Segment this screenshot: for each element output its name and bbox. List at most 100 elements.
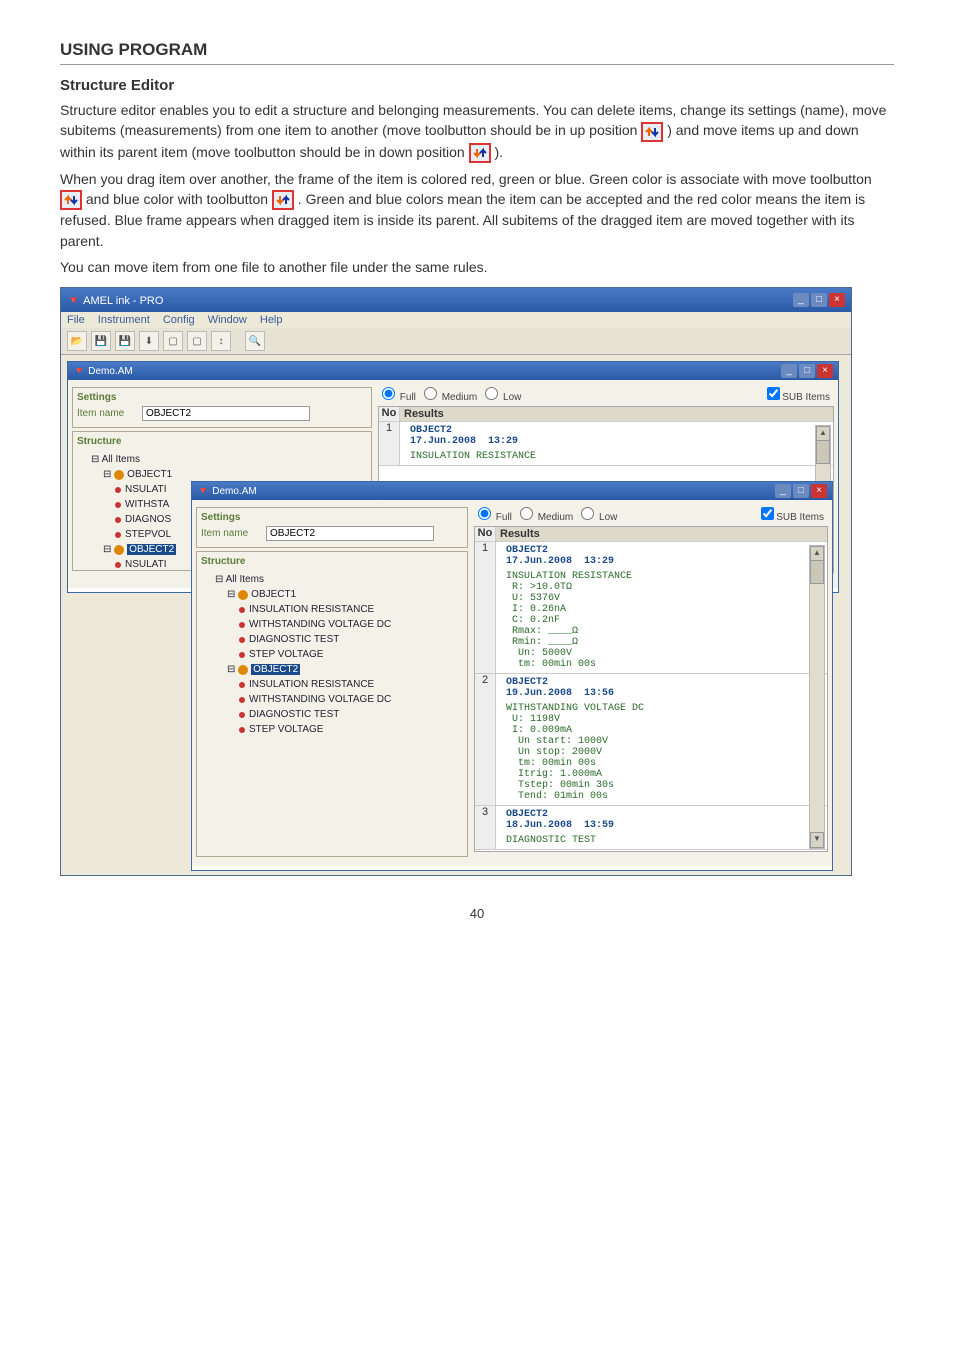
- radio-low[interactable]: Low: [581, 507, 617, 523]
- menu-help[interactable]: Help: [260, 314, 283, 326]
- tool-saveas-icon[interactable]: 💾: [115, 331, 135, 351]
- result-head: OBJECT2 17.Jun.2008 13:29: [500, 543, 823, 569]
- doc1-close-button[interactable]: ×: [817, 364, 833, 378]
- menu-file[interactable]: File: [67, 314, 85, 326]
- tool-open-icon[interactable]: 📂: [67, 331, 87, 351]
- result-row[interactable]: 1 OBJECT2 17.Jun.2008 13:29INSULATION RE…: [475, 542, 827, 674]
- item-name-label: Item name: [201, 528, 261, 539]
- para-3: You can move item from one file to anoth…: [60, 257, 894, 277]
- bullet-icon: [115, 532, 121, 538]
- bullet-icon: [115, 502, 121, 508]
- doc2-max-button[interactable]: □: [793, 484, 809, 498]
- bullet-icon: [239, 712, 245, 718]
- doc1-radio-row: Full Medium Low SUB Items: [378, 384, 834, 406]
- gear-icon: [238, 590, 248, 600]
- menu-instrument[interactable]: Instrument: [98, 314, 150, 326]
- results-header: NoResults: [475, 527, 827, 542]
- result-row[interactable]: 1 OBJECT2 17.Jun.2008 13:29INSULATION RE…: [379, 422, 833, 466]
- tool-download-icon[interactable]: ⬇: [139, 331, 159, 351]
- subitems-check[interactable]: SUB Items: [767, 387, 830, 403]
- bullet-icon: [239, 622, 245, 628]
- tool-preview-icon[interactable]: 🔍: [245, 331, 265, 351]
- maximize-button[interactable]: □: [811, 293, 827, 307]
- bullet-icon: [115, 487, 121, 493]
- radio-low[interactable]: Low: [485, 387, 521, 403]
- doc-window-2: 🔻 Demo.AM _ □ × Settings Item name: [191, 481, 833, 871]
- bullet-icon: [115, 562, 121, 568]
- para-1: Structure editor enables you to edit a s…: [60, 100, 894, 163]
- doc1-titlebar[interactable]: 🔻 Demo.AM _ □ ×: [68, 362, 838, 380]
- doc2-close-button[interactable]: ×: [811, 484, 827, 498]
- result-row[interactable]: 2 OBJECT2 19.Jun.2008 13:56WITHSTANDING …: [475, 674, 827, 806]
- subsection-heading: Structure Editor: [60, 77, 894, 94]
- bullet-icon: [115, 517, 121, 523]
- doc2-radio-row: Full Medium Low SUB Items: [474, 504, 828, 526]
- result-head: OBJECT2 18.Jun.2008 13:59: [500, 807, 823, 833]
- scrollbar[interactable]: ▲▼: [809, 545, 825, 849]
- move-up-icon: [60, 190, 82, 210]
- results-header: NoResults: [379, 407, 833, 422]
- para1-text-c: ).: [494, 144, 503, 160]
- tree-selected[interactable]: OBJECT2: [127, 544, 176, 555]
- para2-text-b: and blue color with toolbutton: [86, 191, 272, 207]
- item-name-combo[interactable]: [266, 526, 434, 541]
- bullet-icon: [239, 652, 245, 658]
- tree-selected[interactable]: OBJECT2: [251, 664, 300, 675]
- structure-label: Structure: [201, 556, 463, 567]
- gear-icon: [114, 470, 124, 480]
- tool-tree2-icon[interactable]: ▢: [187, 331, 207, 351]
- menubar[interactable]: File Instrument Config Window Help: [61, 312, 851, 328]
- doc2-min-button[interactable]: _: [775, 484, 791, 498]
- app-titlebar[interactable]: 🔻 AMEL ink - PRO _ □ ×: [61, 288, 851, 312]
- bullet-icon: [239, 607, 245, 613]
- section-heading: USING PROGRAM: [60, 40, 894, 65]
- doc2-structure-group: Structure ⊟ All Items ⊟ OBJECT1 INSULATI…: [196, 551, 468, 857]
- bullet-icon: [239, 682, 245, 688]
- gear-icon: [114, 545, 124, 555]
- result-body: WITHSTANDING VOLTAGE DC U: 1198V I: 0.00…: [500, 701, 823, 804]
- result-head: OBJECT2 17.Jun.2008 13:29: [404, 423, 829, 449]
- doc2-tree[interactable]: ⊟ All Items ⊟ OBJECT1 INSULATION RESISTA…: [201, 570, 463, 739]
- gear-icon: [238, 665, 248, 675]
- menu-config[interactable]: Config: [163, 314, 195, 326]
- bullet-icon: [239, 727, 245, 733]
- tool-move-icon[interactable]: ↕: [211, 331, 231, 351]
- bullet-icon: [239, 637, 245, 643]
- settings-label: Settings: [77, 392, 367, 403]
- radio-full[interactable]: Full: [478, 507, 512, 523]
- menu-window[interactable]: Window: [208, 314, 247, 326]
- move-down-icon: [272, 190, 294, 210]
- result-head: OBJECT2 19.Jun.2008 13:56: [500, 675, 823, 701]
- item-name-label: Item name: [77, 408, 137, 419]
- result-body: INSULATION RESISTANCE: [404, 449, 829, 464]
- radio-medium[interactable]: Medium: [424, 387, 477, 403]
- tool-save-icon[interactable]: 💾: [91, 331, 111, 351]
- minimize-button[interactable]: _: [793, 293, 809, 307]
- move-down-icon: [469, 143, 491, 163]
- move-up-icon: [641, 122, 663, 142]
- toolbar: 📂 💾 💾 ⬇ ▢ ▢ ↕ 🔍: [61, 328, 851, 355]
- doc1-min-button[interactable]: _: [781, 364, 797, 378]
- bullet-icon: [239, 697, 245, 703]
- structure-label: Structure: [77, 436, 367, 447]
- result-body: INSULATION RESISTANCE R: >10.0TΩ U: 5376…: [500, 569, 823, 672]
- page-number: 40: [60, 906, 894, 921]
- doc1-max-button[interactable]: □: [799, 364, 815, 378]
- item-name-combo[interactable]: [142, 406, 310, 421]
- settings-label: Settings: [201, 512, 463, 523]
- close-button[interactable]: ×: [829, 293, 845, 307]
- radio-medium[interactable]: Medium: [520, 507, 573, 523]
- radio-full[interactable]: Full: [382, 387, 416, 403]
- doc1-settings-group: Settings Item name: [72, 387, 372, 428]
- tool-tree1-icon[interactable]: ▢: [163, 331, 183, 351]
- doc1-title: 🔻 Demo.AM: [73, 366, 133, 377]
- para2-text-a: When you drag item over another, the fra…: [60, 171, 872, 187]
- doc2-titlebar[interactable]: 🔻 Demo.AM _ □ ×: [192, 482, 832, 500]
- subitems-check[interactable]: SUB Items: [761, 507, 824, 523]
- app-window: 🔻 AMEL ink - PRO _ □ × File Instrument C…: [60, 287, 852, 876]
- result-row[interactable]: 3 OBJECT2 18.Jun.2008 13:59DIAGNOSTIC TE…: [475, 806, 827, 850]
- result-body: DIAGNOSTIC TEST: [500, 833, 823, 848]
- para-2: When you drag item over another, the fra…: [60, 169, 894, 251]
- app-title: 🔻 AMEL ink - PRO: [67, 294, 163, 307]
- doc2-title: 🔻 Demo.AM: [197, 486, 257, 497]
